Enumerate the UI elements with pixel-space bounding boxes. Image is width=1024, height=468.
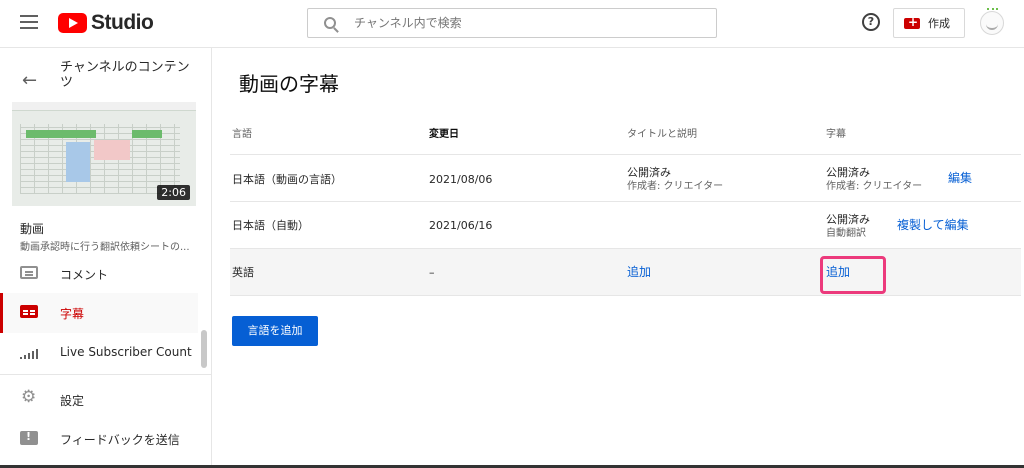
sidebar-item-label: 字幕 (60, 307, 85, 321)
add-title-link[interactable]: 追加 (627, 266, 651, 279)
language-cell: 英語 (232, 266, 254, 279)
video-title: 動画承認時に行う翻訳依頼シートの... (20, 242, 190, 253)
subtitle-status: 公開済み (826, 213, 870, 226)
column-header-modified[interactable]: 変更日 (429, 128, 459, 141)
back-arrow-icon[interactable]: ← (22, 70, 37, 91)
language-cell: 日本語（動画の言語） (232, 173, 342, 186)
language-cell: 日本語（自動） (232, 219, 309, 232)
help-icon[interactable]: ? (862, 13, 880, 31)
avatar[interactable] (980, 8, 1004, 35)
sidebar-item-settings[interactable]: ⚙ 設定 (0, 380, 198, 420)
subtitle-status: 公開済み (826, 166, 870, 179)
duplicate-edit-link[interactable]: 複製して編集 (897, 219, 969, 232)
top-bar: Studio ? 作成 (0, 0, 1024, 48)
back-row[interactable]: ← チャンネルのコンテンツ (0, 56, 212, 96)
sidebar-item-label: 設定 (60, 394, 85, 408)
menu-icon[interactable] (20, 15, 38, 29)
gear-icon: ⚙ (21, 387, 37, 407)
column-header-subtitles: 字幕 (826, 129, 846, 140)
main-content: 動画の字幕 言語 変更日 タイトルと説明 字幕 日本語（動画の言語） 2021/… (213, 48, 1024, 468)
sidebar-item-label: コメント (60, 268, 109, 282)
edit-link[interactable]: 編集 (948, 172, 972, 185)
sidebar-item-label: フィードバックを送信 (60, 433, 180, 447)
column-header-language: 言語 (232, 129, 252, 140)
back-title: チャンネルのコンテンツ (60, 60, 190, 90)
subtitle-author: 作成者: クリエイター (826, 181, 923, 192)
sidebar-item-feedback[interactable]: フィードバックを送信 (0, 419, 198, 459)
search-icon[interactable] (324, 17, 336, 29)
logo-text: Studio (91, 11, 154, 34)
title-author: 作成者: クリエイター (627, 181, 724, 192)
add-subtitle-link[interactable]: 追加 (826, 266, 850, 279)
video-thumbnail[interactable]: 2:06 (12, 102, 196, 206)
table-row: 日本語（動画の言語） 2021/08/06 公開済み 作成者: クリエイター 公… (230, 155, 1021, 202)
create-label: 作成 (928, 17, 950, 30)
sidebar-scrollbar[interactable] (201, 330, 207, 368)
comment-icon (20, 266, 38, 279)
table-row: 日本語（自動） 2021/06/16 公開済み 自動翻訳 複製して編集 (230, 202, 1021, 249)
video-camera-icon (904, 15, 920, 29)
search-box[interactable] (307, 8, 717, 38)
title-status: 公開済み (627, 166, 671, 179)
subtitle-author: 自動翻訳 (826, 228, 866, 239)
sidebar: ← チャンネルのコンテンツ 2:06 動画 動画承認時に行う翻訳依頼シートの..… (0, 48, 212, 468)
signal-icon (20, 345, 38, 361)
page-title: 動画の字幕 (239, 72, 339, 96)
column-header-title: タイトルと説明 (627, 129, 697, 140)
add-language-button[interactable]: 言語を追加 (232, 316, 318, 346)
modified-cell: 2021/08/06 (429, 173, 493, 186)
modified-cell: – (429, 266, 435, 279)
feedback-icon (20, 430, 38, 445)
subtitles-table: 言語 変更日 タイトルと説明 字幕 日本語（動画の言語） 2021/08/06 … (230, 113, 1021, 296)
video-label: 動画 (20, 222, 45, 236)
sidebar-item-subtitles[interactable]: 字幕 (0, 293, 198, 333)
youtube-icon (58, 13, 87, 33)
search-input[interactable] (354, 16, 694, 30)
create-button[interactable]: 作成 (893, 8, 965, 38)
video-duration: 2:06 (157, 185, 190, 200)
modified-cell: 2021/06/16 (429, 219, 493, 232)
table-header: 言語 変更日 タイトルと説明 字幕 (230, 113, 1021, 155)
sidebar-item-label: Live Subscriber Count (60, 345, 192, 359)
table-row: 英語 – 追加 追加 (230, 249, 1021, 296)
studio-logo[interactable]: Studio (58, 11, 154, 35)
sidebar-divider (0, 374, 212, 375)
sidebar-item-live-subscriber-count[interactable]: Live Subscriber Count (0, 333, 198, 373)
subtitles-icon (20, 305, 38, 318)
sidebar-item-comments[interactable]: コメント (0, 254, 198, 294)
